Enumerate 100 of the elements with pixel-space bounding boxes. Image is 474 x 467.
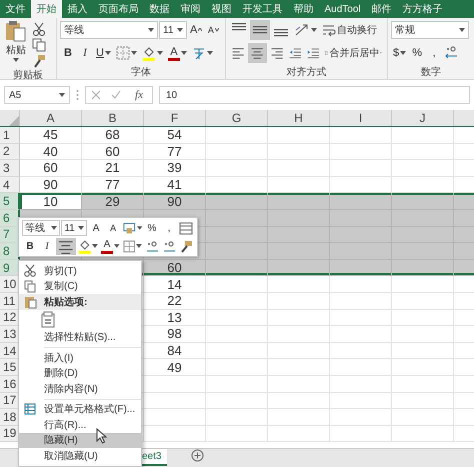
column-header[interactable]: A <box>20 110 82 126</box>
row-header[interactable]: 8 <box>0 243 20 260</box>
row-header[interactable]: 3 <box>0 160 20 177</box>
border-icon <box>122 240 136 252</box>
table-cell: 14 <box>144 276 206 293</box>
column-header[interactable]: G <box>206 110 268 126</box>
number-format-dropdown[interactable]: 常规 <box>391 21 469 39</box>
menu-item[interactable]: 插入(I) <box>44 350 74 365</box>
formula-field[interactable]: 10 <box>159 86 470 104</box>
shrink-font-button[interactable]: A <box>205 20 222 40</box>
font-name-dropdown[interactable]: 等线 <box>22 220 60 236</box>
font-color-button[interactable]: A <box>166 43 189 63</box>
table-cell: 60 <box>144 260 206 276</box>
column-header[interactable]: F <box>144 110 206 126</box>
menu-item[interactable]: 剪切(T) <box>44 264 77 278</box>
italic-button[interactable]: I <box>77 43 93 63</box>
table-cell: 84 <box>144 342 206 360</box>
ribbon-tab[interactable]: 邮件 <box>366 0 398 18</box>
ribbon-tab[interactable]: 文件 <box>0 0 31 18</box>
column-header[interactable]: B <box>82 110 144 126</box>
ribbon-tab[interactable]: 数据 <box>144 0 175 18</box>
menu-item[interactable]: 取消隐藏(U) <box>44 448 98 463</box>
format-painter-icon[interactable] <box>32 54 46 68</box>
ribbon-tab[interactable]: 方方格子 <box>397 0 448 18</box>
border-button[interactable] <box>122 238 143 254</box>
table-cell: 77 <box>144 144 206 160</box>
paste-button[interactable]: 粘贴 <box>3 20 29 68</box>
wrap-text-button[interactable]: 自动换行 <box>320 20 379 40</box>
grow-font-button[interactable]: A <box>188 20 204 40</box>
row-header[interactable]: 4 <box>0 176 20 194</box>
group-label: 字体 <box>131 66 151 79</box>
column-header[interactable]: H <box>268 110 330 126</box>
decrease-indent-icon <box>289 46 302 60</box>
copy-icon <box>24 280 36 293</box>
menu-item[interactable]: 选择性粘贴(S)... <box>44 330 116 344</box>
row-header[interactable]: 2 <box>0 144 20 160</box>
row-header[interactable]: 5 <box>0 193 20 210</box>
table-format-button[interactable] <box>178 220 194 236</box>
table-cell: 90 <box>144 193 206 210</box>
group-label: 数字 <box>421 66 441 79</box>
align-center-button[interactable] <box>248 43 267 63</box>
group-label: 剪贴板 <box>13 68 43 82</box>
wrap-text-icon <box>322 23 336 37</box>
comma-button[interactable]: , <box>426 43 442 63</box>
cut-icon <box>24 264 36 278</box>
ribbon-tab[interactable]: 开发工具 <box>237 0 288 18</box>
add-sheet-icon[interactable] <box>191 449 204 462</box>
menu-item[interactable]: 清除内容(N) <box>44 382 98 396</box>
table-cell: 77 <box>82 176 144 194</box>
paste-values-button[interactable] <box>39 310 57 329</box>
italic-button[interactable]: I <box>39 238 55 254</box>
align-middle-button[interactable] <box>250 20 270 40</box>
sheet-tab[interactable]: eet3 <box>140 449 168 466</box>
caret-icon <box>177 28 183 32</box>
format-icon <box>123 222 136 234</box>
ribbon-tab[interactable]: 页面布局 <box>93 0 144 18</box>
caret-up-icon <box>198 28 202 32</box>
name-box[interactable]: A5 <box>4 86 70 104</box>
align-top-icon <box>232 23 246 31</box>
menu-item[interactable]: 行高(R)... <box>44 418 86 432</box>
percent-button[interactable]: % <box>144 220 160 236</box>
font-name-dropdown[interactable]: 等线 <box>60 21 158 39</box>
row-header[interactable]: 15 <box>0 359 20 376</box>
menu-item[interactable]: 复制(C) <box>44 279 78 294</box>
fill-color-button[interactable] <box>76 238 99 254</box>
merge-center-button[interactable]: 合并后居中 <box>322 43 384 63</box>
font-size-dropdown[interactable]: 11 <box>61 220 88 236</box>
ribbon-tab[interactable]: AudTool <box>319 0 366 18</box>
underline-button[interactable]: U <box>94 43 113 63</box>
column-header[interactable]: J <box>392 110 454 126</box>
table-cell: 49 <box>144 359 206 376</box>
table-cell: 29 <box>82 193 144 210</box>
currency-button[interactable]: $ <box>391 43 408 63</box>
row-header[interactable]: 10 <box>0 276 20 293</box>
column-header[interactable]: I <box>330 110 392 126</box>
align-center-button[interactable] <box>56 238 76 254</box>
shrink-font-button[interactable]: A <box>105 220 122 236</box>
bold-button[interactable]: B <box>22 238 38 254</box>
ribbon-tab[interactable]: 插入 <box>62 0 93 18</box>
copy-icon[interactable] <box>32 38 46 52</box>
row-header[interactable]: 13 <box>0 326 20 343</box>
percent-button[interactable]: % <box>409 43 426 63</box>
comma-button[interactable]: , <box>161 220 177 236</box>
cut-icon[interactable] <box>32 22 46 36</box>
table-cell: 98 <box>144 326 206 343</box>
ribbon-tab[interactable]: 帮助 <box>288 0 319 18</box>
menu-item[interactable]: 删除(D) <box>44 366 78 380</box>
ribbon-tab[interactable]: 视图 <box>206 0 237 18</box>
ribbon-tab[interactable]: 开始 <box>31 0 62 18</box>
grow-font-button[interactable]: A <box>88 220 104 236</box>
row-header[interactable]: 1 <box>0 127 20 144</box>
align-middle-icon <box>253 26 267 34</box>
font-color-button[interactable]: A <box>100 238 121 254</box>
ribbon-tab[interactable]: 审阅 <box>175 0 206 18</box>
check-icon[interactable] <box>111 90 121 100</box>
menu-item[interactable]: 设置单元格格式(F)... <box>44 402 136 416</box>
font-size-dropdown[interactable]: 11 <box>159 21 187 39</box>
bold-button[interactable]: B <box>60 43 76 63</box>
table-cell: 22 <box>144 292 206 310</box>
row-header[interactable]: 18 <box>0 409 20 426</box>
